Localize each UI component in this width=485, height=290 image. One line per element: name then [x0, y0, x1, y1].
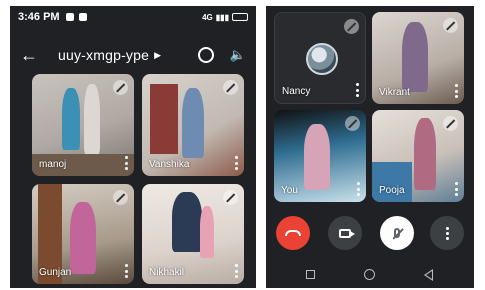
status-bar: 3:46 PM 4G ▮▮▮ — [10, 6, 256, 28]
self-view-tile[interactable]: You — [274, 110, 366, 202]
app-bar: ← uuy-xmgp-ype ▶ 🔈 — [10, 40, 256, 70]
home-icon[interactable] — [364, 269, 375, 280]
caret-right-icon[interactable]: ▶ — [154, 50, 161, 61]
mic-off-icon — [223, 190, 238, 205]
participant-video — [70, 202, 96, 274]
avatar — [306, 43, 338, 75]
message-icon — [78, 13, 87, 21]
notification-icon — [65, 13, 74, 21]
participant-tile[interactable]: Pooja — [372, 110, 464, 202]
more-options-icon[interactable] — [234, 156, 238, 170]
participant-tile[interactable]: manoj — [32, 74, 134, 176]
participant-tile[interactable]: Vanshika — [142, 74, 244, 176]
camera-toggle-button[interactable] — [328, 216, 362, 250]
participant-tile[interactable]: Gunjan — [32, 184, 134, 284]
participant-name: Nancy — [282, 86, 311, 97]
mic-off-icon — [223, 80, 238, 95]
camera-icon — [339, 228, 355, 238]
participant-video — [62, 88, 80, 150]
mic-off-icon — [345, 116, 360, 131]
mic-off-icon — [344, 19, 359, 34]
more-options-icon[interactable] — [356, 182, 360, 196]
participant-video — [414, 118, 436, 190]
battery-icon — [232, 13, 248, 21]
more-options-icon[interactable] — [454, 84, 458, 98]
participant-video — [84, 84, 100, 154]
participant-tile[interactable]: Vikrant — [372, 12, 464, 104]
system-nav-bar — [266, 264, 474, 286]
mic-off-icon — [443, 18, 458, 33]
participant-tile[interactable]: Nancy — [274, 12, 366, 104]
mic-off-icon — [394, 228, 400, 238]
bed — [372, 162, 412, 202]
participant-tile[interactable]: Nikhakil — [142, 184, 244, 284]
participant-name: Nikhakil — [149, 267, 185, 278]
more-options-button[interactable] — [430, 216, 464, 250]
participant-video — [402, 22, 428, 92]
participant-name: You — [281, 185, 298, 196]
participant-video — [182, 88, 204, 158]
mic-off-icon — [113, 80, 128, 95]
phone-hangup-icon — [285, 230, 301, 236]
status-right: 4G ▮▮▮ — [202, 13, 248, 22]
participant-name: manoj — [39, 159, 67, 170]
signal-icon: ▮▮▮ — [215, 12, 229, 22]
mic-off-icon — [443, 116, 458, 131]
mic-off-icon — [113, 190, 128, 205]
meet-screen-self-view: Nancy Vikrant You Pooja — [266, 6, 474, 288]
recents-icon[interactable] — [306, 270, 315, 279]
network-label: 4G — [202, 12, 213, 22]
mic-toggle-button[interactable] — [380, 216, 414, 250]
status-time: 3:46 PM — [18, 11, 60, 23]
participant-name: Gunjan — [39, 267, 72, 278]
back-icon[interactable] — [424, 269, 433, 281]
participant-video — [200, 206, 214, 258]
participant-name: Pooja — [379, 185, 405, 196]
participant-name: Vanshika — [149, 159, 190, 170]
more-options-icon[interactable] — [234, 264, 238, 278]
more-vert-icon — [445, 226, 449, 240]
more-options-icon[interactable] — [124, 264, 128, 278]
notification-icons — [65, 13, 87, 21]
switch-camera-icon[interactable] — [197, 47, 214, 63]
end-call-button[interactable] — [276, 216, 310, 250]
more-options-icon[interactable] — [124, 156, 128, 170]
more-options-icon[interactable] — [355, 83, 359, 97]
curtain — [150, 84, 178, 154]
meet-screen-grid-view: 3:46 PM 4G ▮▮▮ ← uuy-xmgp-ype ▶ 🔈 manoj — [10, 6, 256, 288]
participant-video — [172, 192, 202, 252]
call-controls — [266, 216, 474, 256]
participant-video — [304, 124, 330, 190]
participant-name: Vikrant — [379, 87, 410, 98]
meeting-code[interactable]: uuy-xmgp-ype — [58, 47, 149, 63]
more-options-icon[interactable] — [454, 182, 458, 196]
arrow-left-icon[interactable]: ← — [20, 45, 44, 66]
speaker-icon[interactable]: 🔈 — [230, 47, 246, 63]
